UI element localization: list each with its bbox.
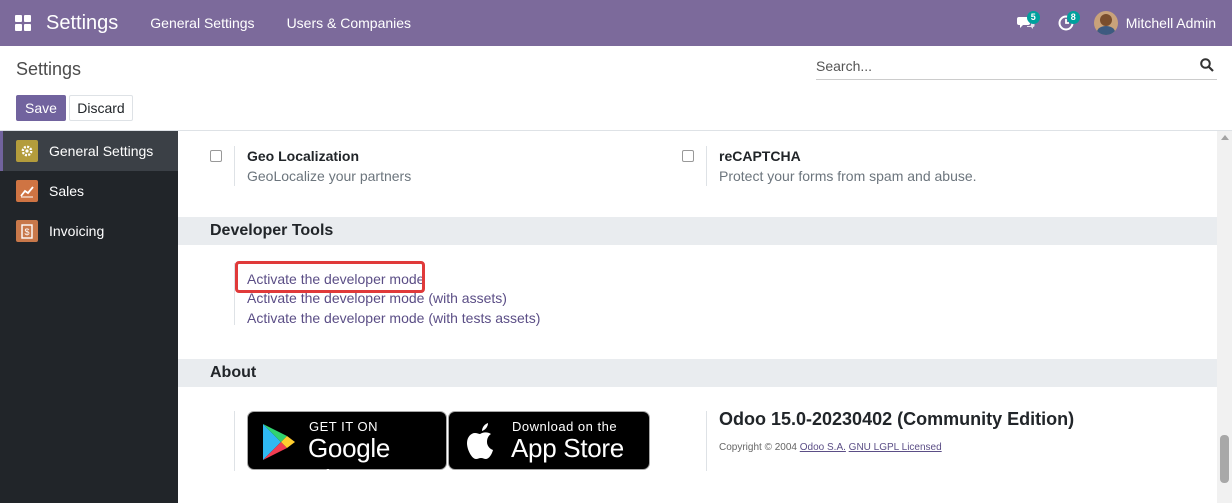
scroll-up-icon[interactable] bbox=[1221, 135, 1229, 140]
sidebar-item-sales[interactable]: Sales bbox=[0, 171, 178, 211]
divider bbox=[234, 411, 235, 471]
apple-icon bbox=[467, 423, 493, 459]
settings-content: Geo Localization GeoLocalize your partne… bbox=[178, 131, 1217, 503]
google-play-small-text: GET IT ON bbox=[309, 419, 379, 434]
search-icon[interactable] bbox=[1200, 58, 1214, 72]
geo-localization-checkbox[interactable] bbox=[210, 150, 222, 162]
menu-users-companies[interactable]: Users & Companies bbox=[287, 0, 412, 46]
geo-localization-title: Geo Localization bbox=[247, 148, 360, 164]
activate-developer-mode-tests-link[interactable]: Activate the developer mode (with tests … bbox=[247, 310, 540, 326]
recaptcha-checkbox[interactable] bbox=[682, 150, 694, 162]
copyright-prefix: Copyright © 2004 bbox=[719, 442, 797, 453]
license-link[interactable]: GNU LGPL Licensed bbox=[849, 442, 942, 453]
search-bar bbox=[816, 55, 1217, 80]
recaptcha-desc: Protect your forms from spam and abuse. bbox=[719, 168, 977, 184]
highlight-annotation bbox=[235, 261, 425, 293]
sidebar-item-label: General Settings bbox=[49, 143, 154, 159]
menu-general-settings[interactable]: General Settings bbox=[150, 0, 254, 46]
sidebar-item-label: Sales bbox=[49, 183, 85, 199]
control-panel: Settings Save Discard bbox=[0, 46, 1232, 131]
odoo-sa-link[interactable]: Odoo S.A. bbox=[800, 442, 846, 453]
messages-badge: 5 bbox=[1026, 11, 1040, 24]
developer-tools-header: Developer Tools bbox=[178, 217, 1217, 245]
sidebar-item-general-settings[interactable]: General Settings bbox=[0, 131, 178, 171]
discard-button[interactable]: Discard bbox=[69, 95, 133, 121]
apps-menu-icon[interactable] bbox=[0, 0, 46, 46]
copyright-text: Copyright © 2004 Odoo S.A. GNU LGPL Lice… bbox=[719, 442, 942, 453]
section-title: About bbox=[210, 364, 257, 381]
divider bbox=[706, 146, 707, 186]
google-play-icon bbox=[263, 424, 295, 460]
sidebar-item-label: Invoicing bbox=[49, 223, 105, 239]
invoice-icon: $ bbox=[16, 220, 38, 242]
search-input[interactable] bbox=[816, 55, 1186, 77]
app-store-badge[interactable]: Download on the App Store bbox=[448, 411, 650, 470]
activities-button[interactable]: 8 bbox=[1046, 0, 1086, 46]
avatar bbox=[1093, 11, 1118, 35]
geo-localization-desc: GeoLocalize your partners bbox=[247, 168, 412, 184]
about-header: About bbox=[178, 359, 1217, 387]
settings-sidebar: General Settings Sales $ Invoicing bbox=[0, 131, 178, 503]
sidebar-item-invoicing[interactable]: $ Invoicing bbox=[0, 211, 178, 251]
vertical-scrollbar[interactable] bbox=[1217, 131, 1232, 503]
divider bbox=[234, 146, 235, 186]
page-title: Settings bbox=[16, 59, 82, 79]
svg-text:$: $ bbox=[24, 227, 29, 237]
save-button[interactable]: Save bbox=[16, 95, 66, 121]
app-title[interactable]: Settings bbox=[46, 0, 118, 46]
app-store-small-text: Download on the bbox=[512, 419, 618, 434]
recaptcha-title: reCAPTCHA bbox=[719, 148, 801, 164]
google-play-big-text: Google Play bbox=[308, 433, 391, 494]
gear-icon bbox=[16, 140, 38, 162]
app-store-big-text: App Store bbox=[511, 433, 624, 463]
messages-button[interactable]: 5 bbox=[1006, 0, 1046, 46]
user-name: Mitchell Admin bbox=[1125, 15, 1216, 31]
google-play-badge[interactable]: GET IT ON Google Play bbox=[247, 411, 447, 494]
user-menu[interactable]: Mitchell Admin bbox=[1086, 0, 1232, 46]
scrollbar-thumb[interactable] bbox=[1220, 435, 1229, 483]
section-title: Developer Tools bbox=[210, 222, 334, 239]
odoo-version: Odoo 15.0-20230402 (Community Edition) bbox=[719, 409, 1075, 429]
top-navbar: Settings General Settings Users & Compan… bbox=[0, 0, 1232, 46]
chart-icon bbox=[16, 180, 38, 202]
activities-badge: 8 bbox=[1066, 11, 1080, 24]
divider bbox=[706, 411, 707, 471]
